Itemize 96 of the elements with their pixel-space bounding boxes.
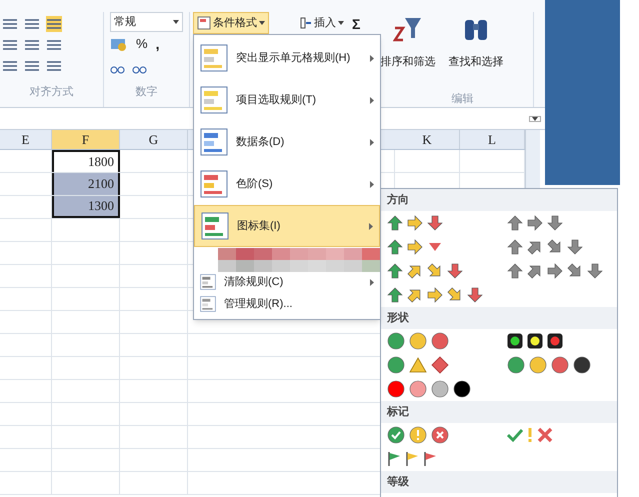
circle-icon	[409, 380, 427, 398]
icon-set-option[interactable]	[387, 287, 483, 303]
arrow-icon	[547, 263, 563, 279]
arrow-icon	[447, 287, 463, 303]
caret-icon	[173, 20, 179, 24]
checkmark-icon	[507, 427, 523, 443]
caret-icon	[338, 21, 344, 25]
icon-set-option[interactable]	[387, 451, 437, 467]
circle-icon	[387, 356, 405, 374]
icon-set-option[interactable]	[387, 263, 463, 279]
arrow-icon	[387, 287, 403, 303]
arrow-icon	[567, 239, 583, 255]
arrow-icon	[427, 215, 443, 231]
arrow-icon	[567, 263, 583, 279]
icon-set-option[interactable]	[507, 333, 563, 349]
menu-item[interactable]: 图标集(I)	[194, 205, 380, 247]
circle-icon	[387, 380, 405, 398]
arrow-icon	[507, 215, 523, 231]
column-header[interactable]: F	[52, 130, 120, 149]
circle-icon	[431, 380, 449, 398]
circle-icon	[529, 356, 547, 374]
insert-cells-icon	[300, 17, 312, 29]
currency-icon	[110, 37, 128, 51]
arrow-icon	[587, 263, 603, 279]
arrow-icon	[467, 287, 483, 303]
column-header[interactable]: K	[395, 130, 460, 149]
icon-set-option[interactable]	[387, 215, 443, 231]
circle-icon	[551, 356, 569, 374]
section-header: 标记	[381, 401, 617, 423]
arrow-icon	[527, 263, 543, 279]
arrow-icon	[547, 215, 563, 231]
section-header: 形状	[381, 307, 617, 329]
flag-icon	[405, 451, 419, 467]
group-label: 数字	[134, 84, 158, 100]
triangle-icon	[409, 356, 427, 374]
group-label: 编辑	[452, 92, 474, 106]
circle-icon	[409, 332, 427, 350]
menu-item[interactable]: 色阶(S)	[194, 163, 380, 205]
table-cell[interactable]: 1800	[52, 150, 120, 172]
arrow-icon	[387, 215, 403, 231]
arrow-icon	[427, 263, 443, 279]
traffic-light-icon	[547, 333, 563, 349]
traffic-light-icon	[527, 333, 543, 349]
menu-item[interactable]: 项目选取规则(T)	[194, 79, 380, 121]
arrow-icon	[527, 215, 543, 231]
diamond-icon	[431, 356, 449, 374]
table-cell[interactable]: 1300	[52, 196, 120, 218]
arrow-icon	[407, 263, 423, 279]
column-header[interactable]: G	[120, 130, 188, 149]
arrow-icon	[387, 263, 403, 279]
table-cell[interactable]: 2100	[52, 173, 120, 195]
menu-item[interactable]: 管理规则(R)...	[194, 293, 380, 315]
arrow-icon	[427, 287, 443, 303]
arrow-icon	[507, 263, 523, 279]
circle-icon	[453, 380, 471, 398]
arrow-icon	[527, 239, 543, 255]
circle-icon	[573, 356, 591, 374]
icon-set-option[interactable]	[507, 263, 603, 279]
cross-circle-icon	[431, 426, 449, 444]
group-label: 对齐方式	[28, 84, 74, 100]
alignment-icon[interactable]	[46, 16, 62, 32]
arrow-icon	[407, 287, 423, 303]
arrow-icon	[507, 239, 523, 255]
arrow-icon	[547, 239, 563, 255]
exclamation-icon	[527, 427, 533, 443]
caret-icon	[259, 21, 265, 25]
icon-set-option[interactable]	[507, 215, 563, 231]
conditional-format-button[interactable]: 条件格式	[193, 12, 269, 34]
cross-icon	[537, 427, 553, 443]
check-circle-icon	[387, 426, 405, 444]
comma-button[interactable]: ,	[156, 34, 160, 54]
icon-set-option[interactable]	[507, 239, 583, 255]
menu-item[interactable]: 数据条(D)	[194, 121, 380, 163]
find-select-button[interactable]: 查找和选择	[448, 54, 504, 70]
circle-icon	[387, 332, 405, 350]
exclamation-circle-icon	[409, 426, 427, 444]
menu-item[interactable]: 清除规则(C)	[194, 271, 380, 293]
flag-icon	[423, 451, 437, 467]
icon-set-option[interactable]	[507, 356, 591, 374]
arrow-icon	[407, 215, 423, 231]
traffic-light-icon	[507, 333, 523, 349]
circle-icon	[431, 332, 449, 350]
arrow-icon	[407, 239, 423, 255]
circle-icon	[507, 356, 525, 374]
sort-filter-button[interactable]: 排序和筛选	[380, 54, 436, 70]
insert-button[interactable]: 插入	[300, 12, 344, 34]
number-format-dropdown[interactable]: 常规	[110, 12, 183, 32]
section-header: 等级	[381, 471, 617, 493]
arrow-icon	[387, 239, 403, 255]
icon-set-option[interactable]	[387, 380, 471, 398]
flag-icon	[387, 451, 401, 467]
menu-item[interactable]: 突出显示单元格规则(H)	[194, 37, 380, 79]
arrow-icon	[447, 263, 463, 279]
expand-icon	[532, 116, 538, 120]
section-header: 方向	[381, 189, 617, 211]
percent-button[interactable]: %	[136, 34, 148, 54]
